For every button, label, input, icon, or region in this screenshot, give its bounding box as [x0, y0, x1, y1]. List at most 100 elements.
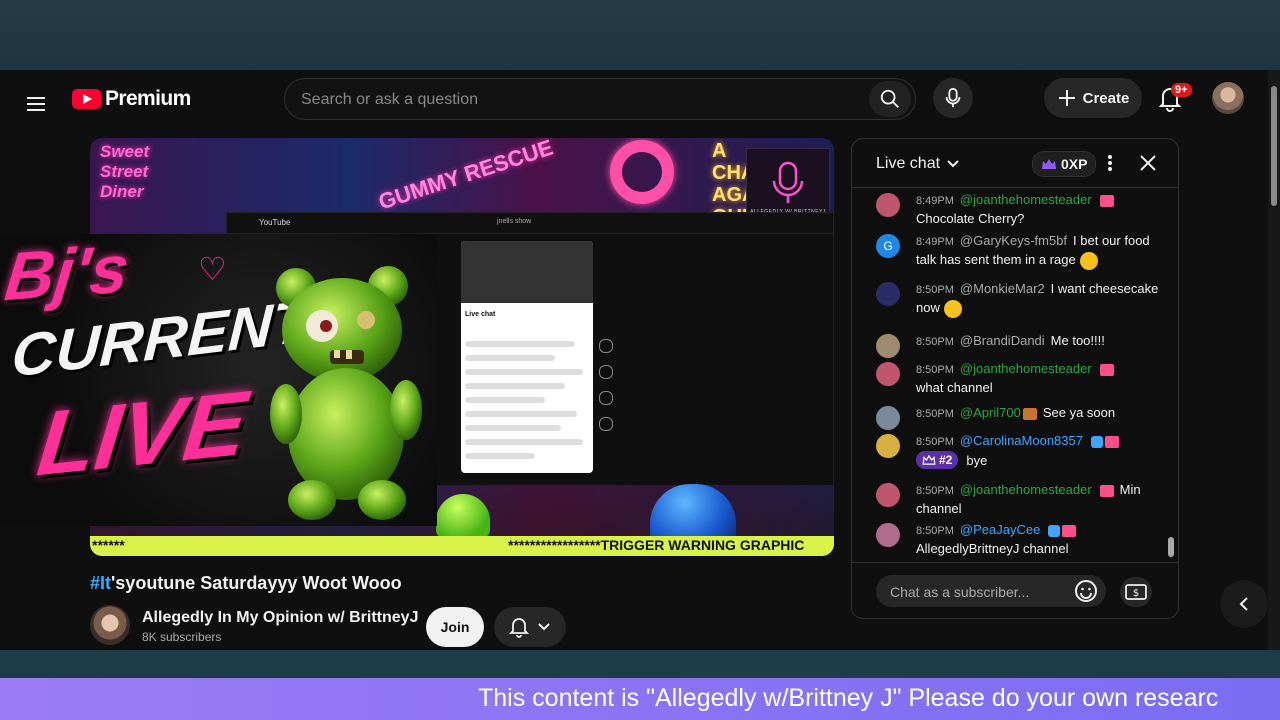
chat-message-text: See ya soon [1042, 405, 1116, 420]
menu-icon[interactable] [22, 90, 50, 118]
chat-scrollbar[interactable] [1168, 191, 1174, 557]
search-button[interactable] [869, 81, 911, 117]
chat-message-author[interactable]: @MonkieMar2 [960, 281, 1045, 296]
chat-message-text: what channel [916, 380, 993, 395]
subscriber-count: 8K subscribers [142, 630, 222, 644]
account-avatar[interactable] [1212, 82, 1244, 114]
embedded-search-text: jnells show [497, 218, 532, 225]
zombie-gummy-bear-icon [270, 266, 422, 520]
svg-text:$: $ [1133, 588, 1139, 599]
bottom-band [0, 650, 1280, 678]
chat-author-avatar [876, 282, 900, 306]
create-label: Create [1082, 89, 1130, 107]
video-title: #It'syoutune Saturdayyy Woot Wooo [90, 573, 402, 594]
chat-author-avatar [876, 362, 900, 386]
chat-message-time: 8:50PM [916, 436, 954, 448]
chevron-left-icon [1239, 597, 1248, 611]
video-title-hashtag[interactable]: #It [90, 573, 111, 593]
chat-message-time: 8:50PM [916, 408, 954, 420]
chat-message: 8:49PM @joanthehomesteader Chocolate Cherr… [876, 191, 1166, 228]
warning-right-text: *****************TRIGGER WARNING GRAPHIC [508, 537, 805, 553]
chat-message: 8:50PM @joanthehomesteader what channel [876, 360, 1166, 397]
live-chat-header: Live chat 0XP [852, 139, 1178, 188]
live-chat-mode-selector[interactable]: Live chat [876, 155, 960, 173]
embedded-side-actions [597, 333, 615, 463]
chat-author-avatar [876, 483, 900, 507]
expand-panel-button[interactable] [1220, 580, 1268, 628]
ticker-text: This content is "Allegedly w/Brittney J"… [478, 684, 1219, 712]
rank-value: #2 [939, 453, 953, 467]
xp-pill[interactable]: 0XP [1032, 151, 1097, 177]
search-input[interactable] [299, 88, 863, 112]
chat-author-avatar [876, 334, 900, 358]
youtube-app: Premium Create 9+ Sweet Street Diner GUM… [0, 70, 1268, 650]
embedded-chat-line [465, 425, 561, 431]
join-button[interactable]: Join [426, 607, 484, 647]
crown-icon [1042, 159, 1056, 169]
embedded-chat-line [465, 439, 583, 445]
chat-message-time: 8:50PM [916, 364, 954, 376]
xp-value: 0XP [1061, 156, 1088, 172]
embedded-youtube-label: YouTube [259, 218, 291, 227]
plus-icon [1058, 90, 1075, 106]
crown-icon [922, 455, 936, 465]
chat-message-author[interactable]: @BrandiDandi [960, 333, 1045, 348]
heart-icon: ♡ [198, 251, 227, 287]
chat-message-time: 8:50PM [916, 284, 954, 296]
chat-scrollbar-thumb[interactable] [1168, 537, 1174, 557]
trigger-warning-strip: ****** *****************TRIGGER WARNING … [90, 536, 834, 556]
embedded-chat-title: Live chat [465, 311, 496, 318]
embedded-masthead: YouTube jnells show [227, 213, 833, 234]
chat-message-text: Me too!!!! [1050, 333, 1105, 348]
super-chat-button[interactable]: $ [1120, 577, 1152, 607]
live-thumbnail-overlay: Bj's ♡ CURRENT LIVE [0, 234, 437, 526]
member-badge-icon [1099, 484, 1114, 497]
embedded-live-chat: Live chat [461, 241, 593, 473]
chat-message-author[interactable]: @joanthehomesteader [960, 482, 1092, 497]
member-badge-icon [1099, 194, 1114, 207]
channel-avatar[interactable] [90, 605, 130, 645]
subscription-bell-button[interactable] [494, 607, 566, 647]
youtube-premium-logo[interactable]: Premium [72, 87, 191, 111]
chat-message-author[interactable]: @GaryKeys-fm5bf [960, 233, 1067, 248]
chat-message-time: 8:50PM [916, 525, 954, 537]
channel-name[interactable]: Allegedly In My Opinion w/ BrittneyJ [142, 609, 418, 627]
voice-search-button[interactable] [933, 78, 973, 118]
chevron-down-icon [947, 160, 959, 168]
emoji-icon[interactable] [1074, 579, 1098, 603]
chat-message-text: Chocolate Cherry? [916, 211, 1025, 226]
member-badge-icon [1062, 524, 1077, 537]
chat-message-time: 8:50PM [916, 336, 954, 348]
chat-message: 8:50PM @BrandiDandi Me too!!!! [876, 332, 1166, 358]
brand-label: Premium [105, 87, 191, 110]
create-button[interactable]: Create [1044, 78, 1142, 118]
microphone-icon [945, 87, 961, 108]
chat-message-author[interactable]: @joanthehomesteader [960, 361, 1092, 376]
chat-message-author[interactable]: @April700 [960, 405, 1021, 420]
chat-input[interactable] [888, 582, 1072, 602]
chat-message: 8:50PM @joanthehomesteader Min channel [876, 481, 1166, 518]
close-icon[interactable] [1138, 153, 1158, 173]
chat-message-time: 8:50PM [916, 485, 954, 497]
chat-message-author[interactable]: @CarolinaMoon8357 [960, 433, 1083, 448]
chat-message: 8:50PM @CarolinaMoon8357 #2 bye [876, 432, 1166, 470]
embedded-chat-line [465, 411, 577, 417]
chat-message-text: AllegedlyBrittneyJ channel [916, 541, 1069, 556]
chat-message: G 8:49PM @GaryKeys-fm5bf I bet our food ta… [876, 232, 1166, 270]
chat-author-avatar [876, 193, 900, 217]
page-scrollbar-thumb[interactable] [1271, 86, 1277, 206]
chat-message: 8:50PM @PeaJayCee AllegedlyBrittneyJ chann… [876, 521, 1166, 558]
live-chat-title: Live chat [876, 155, 941, 172]
chat-message-text: bye [966, 453, 988, 468]
embedded-chat-line [465, 369, 583, 375]
chat-message-author[interactable]: @PeaJayCee [960, 522, 1040, 537]
dollar-icon: $ [1125, 584, 1147, 600]
more-options-icon[interactable] [1100, 153, 1120, 173]
chat-author-avatar [876, 523, 900, 547]
chat-message-time: 8:49PM [916, 236, 954, 248]
youtube-logo-icon [72, 89, 101, 109]
bell-icon [509, 618, 529, 638]
page-scrollbar[interactable] [1268, 70, 1280, 650]
chat-message-author[interactable]: @joanthehomesteader [960, 192, 1092, 207]
diner-neon-sign: Sweet Street Diner [100, 142, 150, 201]
